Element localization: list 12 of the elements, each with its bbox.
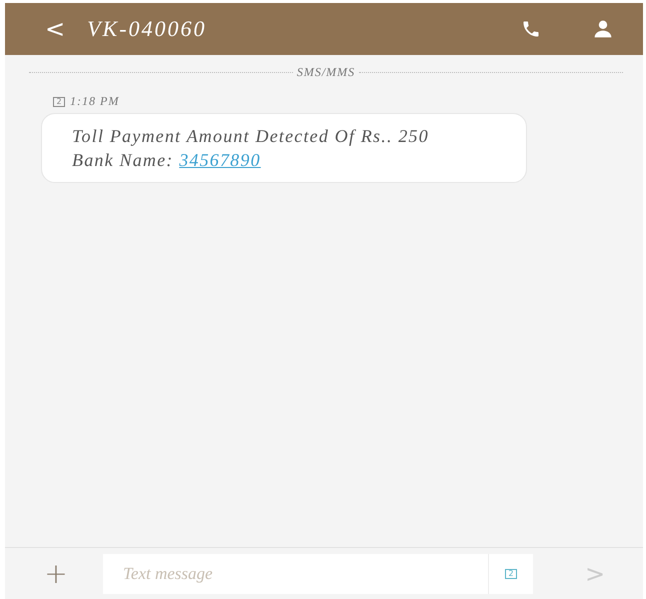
message-field[interactable]: Text message bbox=[103, 554, 489, 594]
sim-button[interactable]: 2 bbox=[489, 554, 533, 594]
sim-icon: 2 bbox=[53, 96, 65, 106]
message-time: 1:18 PM bbox=[70, 94, 120, 109]
back-button[interactable]: < bbox=[45, 15, 66, 43]
contact-title: VK-040060 bbox=[87, 16, 208, 42]
number-link[interactable]: 34567890 bbox=[179, 150, 261, 170]
add-button[interactable]: + bbox=[41, 557, 71, 590]
person-icon[interactable] bbox=[593, 19, 613, 39]
message-text: Toll Payment Amount Detected Of Rs.. 250 Bank Name: 34567890 bbox=[72, 126, 429, 170]
section-label: SMS/MMS bbox=[296, 65, 356, 80]
phone-icon[interactable] bbox=[521, 19, 541, 39]
